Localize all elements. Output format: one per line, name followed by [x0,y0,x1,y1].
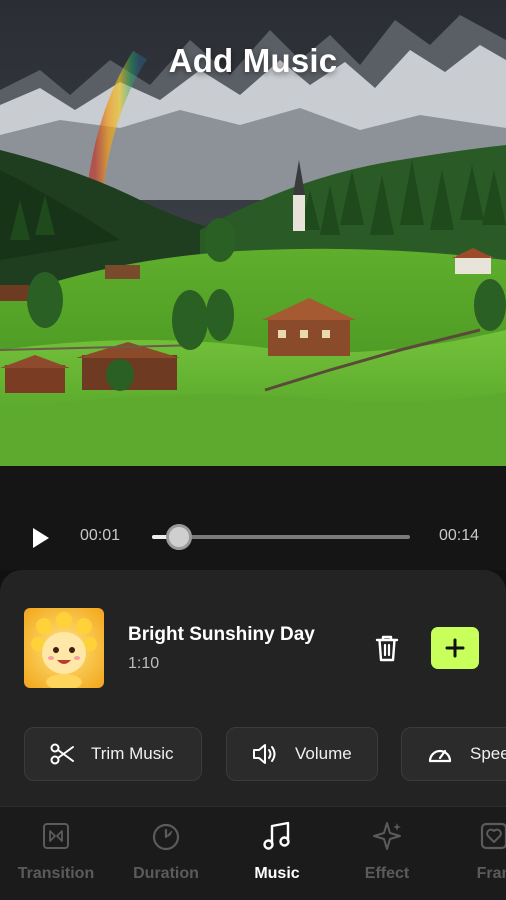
tab-frame[interactable]: Fran [439,819,506,883]
total-time: 00:14 [439,527,480,544]
music-note-icon [263,821,290,850]
tab-label: Fran [476,865,506,882]
frame-icon [480,822,506,850]
song-duration: 1:10 [128,655,160,672]
speed-label: Spee [470,744,506,763]
transition-icon [43,823,69,849]
tab-transition[interactable]: Transition [1,819,111,883]
tab-label: Effect [364,865,410,882]
timer-icon [152,823,180,851]
video-preview[interactable]: Add Music [0,0,506,466]
speedometer-icon [428,749,452,763]
playback-slider-handle[interactable] [166,524,193,550]
volume-button[interactable]: Volume [226,727,378,781]
add-music-screen: Add Music 00:01 00:14 Bright Sunshiny Da… [0,0,506,900]
speed-button[interactable]: Spee [401,727,506,781]
trim-music-label: Trim Music [91,744,174,763]
tab-label: Music [254,865,300,882]
current-time: 00:01 [80,527,121,544]
volume-icon [253,744,276,764]
tab-label: Duration [133,865,199,882]
scissors-icon [50,743,74,765]
tab-effect[interactable]: Effect [332,819,442,883]
song-cover-art [24,608,104,688]
tab-label: Transition [17,865,95,882]
sparkle-icon [373,822,401,850]
trash-icon[interactable] [370,631,404,665]
page-title: Add Music [168,42,338,79]
tab-music[interactable]: Music [222,819,332,883]
trim-music-button[interactable]: Trim Music [24,727,202,781]
play-icon[interactable] [28,526,52,550]
song-title: Bright Sunshiny Day [128,624,315,645]
sun-character-image [24,608,104,688]
plus-icon [445,638,465,658]
tab-duration[interactable]: Duration [111,819,221,883]
playback-bar [0,466,506,570]
add-music-button[interactable] [431,627,479,669]
volume-label: Volume [295,744,352,763]
